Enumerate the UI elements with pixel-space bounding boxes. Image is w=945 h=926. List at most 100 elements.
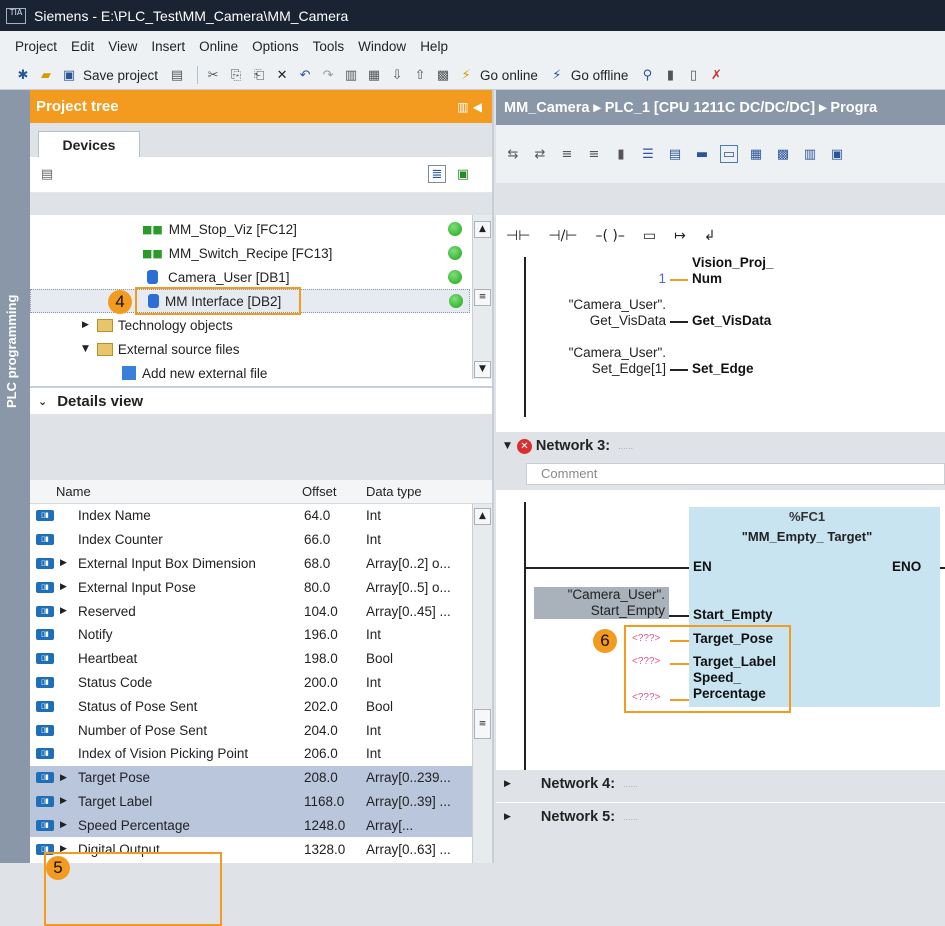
expand-arrow-icon[interactable]: ▶ bbox=[60, 796, 78, 806]
show-tags-icon[interactable]: ▩ bbox=[774, 145, 792, 163]
network-3-header[interactable]: ▼ ✕ Network 3: ...... bbox=[496, 432, 945, 460]
monitor-on-icon[interactable]: ▮ bbox=[612, 145, 630, 163]
tree-view-icon[interactable]: ▤ bbox=[38, 165, 56, 183]
collapse-arrow-icon[interactable]: ▼ bbox=[82, 344, 89, 354]
scroll-thumb[interactable]: ≡ bbox=[474, 709, 491, 739]
compile-icon[interactable]: ▦ bbox=[365, 66, 383, 84]
tree-scrollbar[interactable]: ▲ ≡ ▼ bbox=[472, 215, 492, 379]
expand-arrow-icon[interactable]: ▶ bbox=[60, 773, 78, 783]
expand-arrow-icon[interactable]: ▶ bbox=[82, 320, 89, 330]
tab-devices[interactable]: Devices bbox=[38, 131, 140, 157]
details-row[interactable]: ▯▮ Index Name 64.0 Int bbox=[30, 504, 492, 528]
column-name[interactable]: Name bbox=[56, 484, 302, 499]
details-view-header[interactable]: ⌄ Details view bbox=[30, 386, 492, 414]
collapse-arrow-icon[interactable]: ▼ bbox=[504, 441, 511, 451]
portal-sidebar[interactable]: PLC programming bbox=[0, 90, 30, 863]
details-row[interactable]: ▯▮ Index of Vision Picking Point 206.0 Int bbox=[30, 742, 492, 766]
add-row-icon[interactable]: ≡ bbox=[585, 145, 603, 163]
network-5-header[interactable]: ▶ Network 5: ...... bbox=[496, 803, 945, 831]
breadcrumb[interactable]: MM_Camera ▸ PLC_1 [CPU 1211C DC/DC/DC] ▸… bbox=[496, 90, 945, 125]
no-contact-icon[interactable]: ⊣⊢ bbox=[506, 228, 530, 244]
tag-camera-user-2[interactable]: "Camera_User". bbox=[526, 345, 666, 360]
undo-icon[interactable]: ↶ bbox=[296, 66, 314, 84]
tree-item-mm-switch-recipe[interactable]: ■■ MM_Switch_Recipe [FC13] bbox=[30, 241, 470, 265]
upload-icon[interactable]: ⇧ bbox=[411, 66, 429, 84]
tree-item-mm-stop-viz[interactable]: ■■ MM_Stop_Viz [FC12] bbox=[30, 217, 470, 241]
details-row[interactable]: ▯▮ Status of Pose Sent 202.0 Bool bbox=[30, 694, 492, 718]
toggle-favorites-icon[interactable]: ▦ bbox=[747, 145, 765, 163]
simulation-icon[interactable]: ▩ bbox=[434, 66, 452, 84]
scroll-up-icon[interactable]: ▲ bbox=[474, 221, 491, 238]
monitor-icon[interactable]: ▯ bbox=[684, 66, 702, 84]
details-row[interactable]: ▯▮ ▶ External Input Box Dimension 68.0 Array… bbox=[30, 552, 492, 576]
comment-icon[interactable]: ▭ bbox=[720, 145, 738, 163]
expand-arrow-icon[interactable]: ▶ bbox=[60, 558, 78, 568]
insert-network-icon[interactable]: ⇆ bbox=[504, 145, 522, 163]
close-branch-icon[interactable]: ↲ bbox=[704, 228, 716, 244]
details-row[interactable]: ▯▮ ▶ Target Pose 208.0 Array[0..239... bbox=[30, 765, 492, 790]
accessible-devices-icon[interactable]: ⚲ bbox=[638, 66, 656, 84]
network-view-icon[interactable]: ▥ bbox=[801, 145, 819, 163]
open-project-icon[interactable]: ▰ bbox=[37, 66, 55, 84]
scroll-up-icon[interactable]: ▲ bbox=[474, 508, 491, 525]
paste-icon[interactable]: ⎗ bbox=[250, 66, 268, 84]
menu-edit[interactable]: Edit bbox=[71, 39, 94, 54]
menu-insert[interactable]: Insert bbox=[151, 39, 185, 54]
delete-network-icon[interactable]: ⇄ bbox=[531, 145, 549, 163]
go-offline-icon[interactable]: ⚡ bbox=[548, 66, 566, 84]
split-editor-icon[interactable]: ▥ bbox=[342, 66, 360, 84]
network-title-placeholder[interactable]: ...... bbox=[623, 779, 638, 789]
network-title-placeholder[interactable]: ...... bbox=[623, 812, 638, 822]
menu-help[interactable]: Help bbox=[420, 39, 448, 54]
new-project-icon[interactable]: ✱ bbox=[14, 66, 32, 84]
network-comment[interactable]: Comment bbox=[526, 463, 945, 485]
tag-set-edge[interactable]: Set_Edge[1] bbox=[526, 361, 666, 376]
more-tools-icon[interactable]: ▣ bbox=[828, 145, 846, 163]
tree-item-add-new-external-file[interactable]: Add new external file bbox=[30, 361, 470, 385]
menu-window[interactable]: Window bbox=[358, 39, 406, 54]
tree-item-external-source-files[interactable]: ▼ External source files bbox=[30, 337, 470, 361]
close-project-icon[interactable]: ✗ bbox=[707, 66, 725, 84]
column-offset[interactable]: Offset bbox=[302, 484, 366, 499]
details-row[interactable]: ▯▮ ▶ Target Label 1168.0 Array[0..39] ... bbox=[30, 789, 492, 814]
scroll-down-icon[interactable]: ▼ bbox=[474, 361, 491, 378]
details-row[interactable]: ▯▮ Status Code 200.0 Int bbox=[30, 671, 492, 695]
details-row[interactable]: ▯▮ ▶ External Input Pose 80.0 Array[0..5] o.… bbox=[30, 575, 492, 599]
tag-start-empty-box[interactable]: "Camera_User". Start_Empty bbox=[534, 587, 669, 619]
absolute-operands-icon[interactable]: ☰ bbox=[639, 145, 657, 163]
redo-icon[interactable]: ↷ bbox=[319, 66, 337, 84]
details-row[interactable]: ▯▮ ▶ Reserved 104.0 Array[0..45] ... bbox=[30, 599, 492, 623]
menu-project[interactable]: Project bbox=[15, 39, 57, 54]
expand-arrow-icon[interactable]: ▶ bbox=[504, 812, 511, 822]
expand-arrow-icon[interactable]: ▶ bbox=[60, 820, 78, 830]
go-online-icon[interactable]: ⚡ bbox=[457, 66, 475, 84]
open-branch-icon[interactable]: ↦ bbox=[674, 228, 686, 244]
constant-value[interactable]: 1 bbox=[646, 271, 666, 286]
menu-options[interactable]: Options bbox=[252, 39, 299, 54]
expand-arrow-icon[interactable]: ▶ bbox=[504, 779, 511, 789]
copy-icon[interactable]: ⎘ bbox=[227, 66, 245, 84]
menu-online[interactable]: Online bbox=[199, 39, 238, 54]
tree-item-camera-user[interactable]: Camera_User [DB1] bbox=[30, 265, 470, 289]
empty-box-icon[interactable]: ▭ bbox=[643, 228, 656, 244]
tag-camera-user-1[interactable]: "Camera_User". bbox=[526, 297, 666, 312]
menu-view[interactable]: View bbox=[108, 39, 137, 54]
collapse-chevron-icon[interactable]: ⌄ bbox=[38, 395, 47, 408]
go-online-button[interactable]: Go online bbox=[480, 68, 538, 83]
save-icon[interactable]: ▣ bbox=[60, 66, 78, 84]
delete-icon[interactable]: ✕ bbox=[273, 66, 291, 84]
details-row[interactable]: ▯▮ Heartbeat 198.0 Bool bbox=[30, 647, 492, 671]
close-all-networks-icon[interactable]: ▬ bbox=[693, 145, 711, 163]
network-title-placeholder[interactable]: ...... bbox=[618, 441, 633, 451]
details-row[interactable]: ▯▮ Notify 196.0 Int bbox=[30, 623, 492, 647]
tree-item-technology-objects[interactable]: ▶ Technology objects bbox=[30, 313, 470, 337]
go-offline-button[interactable]: Go offline bbox=[571, 68, 629, 83]
details-row[interactable]: ▯▮ Number of Pose Sent 204.0 Int bbox=[30, 718, 492, 742]
details-row[interactable]: ▯▮ ▶ Speed Percentage 1248.0 Array[... bbox=[30, 813, 492, 838]
cut-icon[interactable]: ✂ bbox=[204, 66, 222, 84]
collapse-panel-icon[interactable]: ▥ ◀ bbox=[457, 100, 482, 114]
tag-get-visdata[interactable]: Get_VisData bbox=[526, 313, 666, 328]
open-all-networks-icon[interactable]: ▤ bbox=[666, 145, 684, 163]
cross-reference-icon[interactable]: ▮ bbox=[661, 66, 679, 84]
print-icon[interactable]: ▤ bbox=[168, 66, 186, 84]
